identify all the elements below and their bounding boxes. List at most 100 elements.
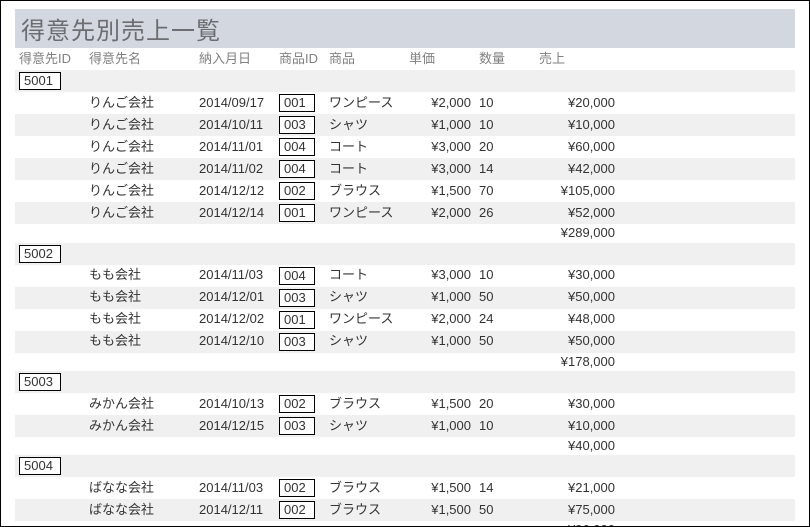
quantity: 70	[475, 180, 535, 202]
customer-id-box: 5004	[19, 457, 61, 475]
customer-name: もも会社	[85, 331, 195, 353]
unit-price: ¥1,000	[405, 114, 475, 136]
product-name: ワンピース	[325, 309, 405, 331]
product-name: コート	[325, 265, 405, 287]
product-id-cell: 003	[275, 415, 325, 437]
product-name: シャツ	[325, 415, 405, 437]
product-id-box: 003	[279, 417, 315, 435]
subtotal: ¥96,000	[535, 521, 635, 527]
quantity: 14	[475, 477, 535, 499]
delivery-date: 2014/12/14	[195, 202, 275, 224]
unit-price: ¥3,000	[405, 158, 475, 180]
sales: ¥50,000	[535, 331, 635, 353]
customer-name: もも会社	[85, 309, 195, 331]
page-title: 得意先別売上一覧	[15, 9, 795, 48]
customer-id-box: 5001	[19, 72, 61, 90]
product-name: ブラウス	[325, 180, 405, 202]
data-row: もも会社2014/11/03004コート¥3,00010¥30,000	[15, 265, 795, 287]
customer-name: みかん会社	[85, 415, 195, 437]
product-name: ワンピース	[325, 202, 405, 224]
col-customer-id: 得意先ID	[15, 48, 85, 70]
product-id-cell: 001	[275, 309, 325, 331]
customer-name: ばなな会社	[85, 477, 195, 499]
unit-price: ¥2,000	[405, 309, 475, 331]
sales: ¥52,000	[535, 202, 635, 224]
product-id-box: 001	[279, 94, 315, 112]
unit-price: ¥1,000	[405, 415, 475, 437]
customer-name: りんご会社	[85, 158, 195, 180]
product-id-cell: 002	[275, 477, 325, 499]
product-id-box: 002	[279, 182, 315, 200]
delivery-date: 2014/11/03	[195, 265, 275, 287]
product-name: ブラウス	[325, 477, 405, 499]
product-id-cell: 003	[275, 331, 325, 353]
product-id-box: 004	[279, 160, 315, 178]
customer-name: りんご会社	[85, 180, 195, 202]
sales-table: 得意先ID得意先名納入月日商品ID商品単価数量売上5001りんご会社2014/0…	[15, 48, 795, 527]
quantity: 24	[475, 309, 535, 331]
unit-price: ¥1,500	[405, 180, 475, 202]
quantity: 10	[475, 265, 535, 287]
col-product-name: 商品	[325, 48, 405, 70]
delivery-date: 2014/11/01	[195, 136, 275, 158]
sales: ¥20,000	[535, 92, 635, 114]
data-row: ばなな会社2014/12/11002ブラウス¥1,50050¥75,000	[15, 499, 795, 521]
delivery-date: 2014/12/10	[195, 331, 275, 353]
product-id-box: 003	[279, 289, 315, 307]
sales: ¥10,000	[535, 114, 635, 136]
customer-name: みかん会社	[85, 393, 195, 415]
col-quantity: 数量	[475, 48, 535, 70]
product-id-box: 002	[279, 395, 315, 413]
product-name: コート	[325, 136, 405, 158]
delivery-date: 2014/10/13	[195, 393, 275, 415]
data-row: みかん会社2014/10/13002ブラウス¥1,50020¥30,000	[15, 393, 795, 415]
quantity: 10	[475, 114, 535, 136]
product-id-cell: 001	[275, 92, 325, 114]
product-id-box: 001	[279, 204, 315, 222]
customer-name: ばなな会社	[85, 499, 195, 521]
customer-id-box: 5003	[19, 373, 61, 391]
col-unit-price: 単価	[405, 48, 475, 70]
quantity: 14	[475, 158, 535, 180]
product-id-cell: 003	[275, 114, 325, 136]
subtotal: ¥289,000	[535, 224, 635, 242]
group-header-row: 5004	[15, 455, 795, 477]
col-product-id: 商品ID	[275, 48, 325, 70]
delivery-date: 2014/12/15	[195, 415, 275, 437]
unit-price: ¥1,500	[405, 393, 475, 415]
customer-name: もも会社	[85, 287, 195, 309]
col-customer-name: 得意先名	[85, 48, 195, 70]
sales: ¥50,000	[535, 287, 635, 309]
quantity: 26	[475, 202, 535, 224]
product-name: シャツ	[325, 331, 405, 353]
unit-price: ¥1,000	[405, 287, 475, 309]
delivery-date: 2014/12/02	[195, 309, 275, 331]
customer-id-box: 5002	[19, 245, 61, 263]
product-id-box: 002	[279, 479, 315, 497]
unit-price: ¥2,000	[405, 92, 475, 114]
data-row: みかん会社2014/12/15003シャツ¥1,00010¥10,000	[15, 415, 795, 437]
product-id-box: 002	[279, 501, 315, 519]
product-name: ブラウス	[325, 499, 405, 521]
delivery-date: 2014/12/01	[195, 287, 275, 309]
sales: ¥21,000	[535, 477, 635, 499]
product-name: シャツ	[325, 287, 405, 309]
product-id-box: 001	[279, 311, 315, 329]
sales: ¥30,000	[535, 265, 635, 287]
subtotal-row: ¥96,000	[15, 521, 795, 527]
sales: ¥75,000	[535, 499, 635, 521]
unit-price: ¥3,000	[405, 265, 475, 287]
report-page: 得意先別売上一覧 得意先ID得意先名納入月日商品ID商品単価数量売上5001りん…	[0, 0, 810, 527]
quantity: 20	[475, 393, 535, 415]
subtotal: ¥178,000	[535, 353, 635, 371]
delivery-date: 2014/12/11	[195, 499, 275, 521]
data-row: りんご会社2014/10/11003シャツ¥1,00010¥10,000	[15, 114, 795, 136]
subtotal: ¥40,000	[535, 437, 635, 455]
customer-id-cell: 5001	[15, 70, 85, 92]
quantity: 50	[475, 499, 535, 521]
unit-price: ¥1,000	[405, 331, 475, 353]
quantity: 10	[475, 415, 535, 437]
product-name: ワンピース	[325, 92, 405, 114]
product-id-cell: 004	[275, 136, 325, 158]
product-id-cell: 002	[275, 393, 325, 415]
